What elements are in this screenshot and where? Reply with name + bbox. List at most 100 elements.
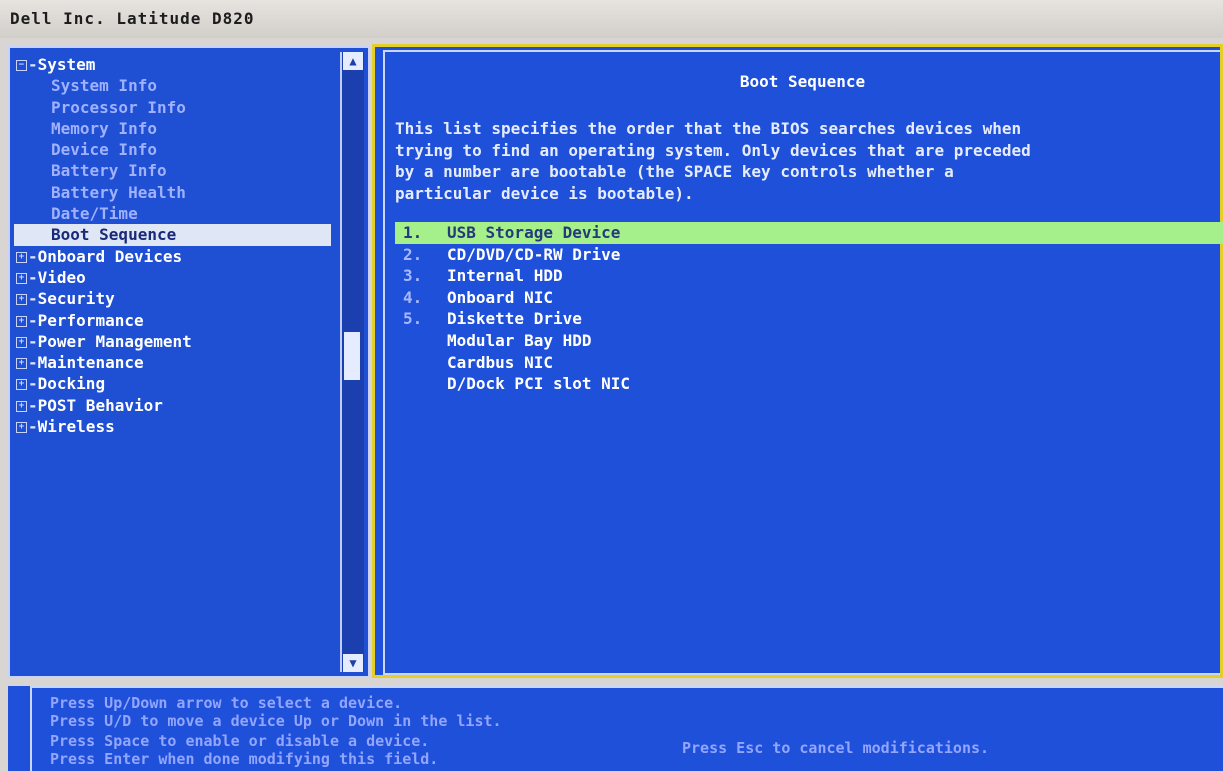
- navigation-tree: − -System System Info Processor Info Memory …: [14, 54, 334, 437]
- tree-expand-icon[interactable]: +: [16, 422, 27, 434]
- window-title: Dell Inc. Latitude D820: [0, 0, 1223, 38]
- tree-connector: -: [28, 374, 38, 394]
- boot-device-item[interactable]: 2. CD/DVD/CD-RW Drive: [395, 244, 1223, 266]
- nav-item-boot-sequence[interactable]: Boot Sequence: [14, 224, 331, 246]
- nav-item-label: Security: [37, 289, 115, 309]
- tree-expand-icon[interactable]: +: [16, 358, 27, 370]
- nav-item-processor-info[interactable]: Processor Info: [14, 97, 334, 118]
- boot-device-list: 1. USB Storage Device 2. CD/DVD/CD-RW Drive…: [395, 222, 1223, 395]
- nav-item-label: Docking: [37, 374, 106, 394]
- boot-device-item[interactable]: D/Dock PCI slot NIC: [395, 373, 1223, 395]
- boot-device-item[interactable]: 1. USB Storage Device: [395, 222, 1223, 244]
- boot-device-item[interactable]: Cardbus NIC: [395, 352, 1223, 374]
- tree-expand-icon[interactable]: +: [16, 315, 27, 327]
- nav-item-wireless[interactable]: + -Wireless: [14, 416, 334, 437]
- nav-item-memory-info[interactable]: Memory Info: [14, 118, 334, 139]
- boot-device-item[interactable]: 5. Diskette Drive: [395, 308, 1223, 330]
- tree-connector: -: [28, 289, 38, 309]
- nav-item-label: Memory Info: [51, 118, 157, 138]
- content-panel: Boot Sequence This list specifies the or…: [372, 44, 1223, 678]
- nav-item-video[interactable]: + -Video: [14, 267, 334, 288]
- tree-expand-icon[interactable]: +: [16, 272, 27, 284]
- boot-device-number: 5.: [403, 309, 423, 329]
- nav-item-label: Wireless: [37, 417, 115, 437]
- help-line: Press U/D to move a device Up or Down in…: [50, 712, 502, 730]
- nav-scrollbar[interactable]: ▲ ▼: [340, 52, 364, 672]
- boot-device-name: CD/DVD/CD-RW Drive: [447, 244, 621, 264]
- content-inner: Boot Sequence This list specifies the or…: [383, 50, 1223, 675]
- nav-item-label: Power Management: [37, 331, 192, 351]
- boot-device-name: Onboard NIC: [447, 287, 553, 307]
- nav-item-label: Boot Sequence: [51, 225, 177, 245]
- scroll-up-icon[interactable]: ▲: [343, 52, 363, 70]
- nav-item-date-time[interactable]: Date/Time: [14, 203, 334, 224]
- tree-connector: -: [28, 417, 38, 437]
- nav-item-label: Device Info: [51, 140, 157, 160]
- nav-item-battery-health[interactable]: Battery Health: [14, 182, 334, 203]
- nav-item-label: POST Behavior: [37, 395, 163, 415]
- description-line: particular device is bootable).: [395, 183, 694, 203]
- nav-item-label: Date/Time: [51, 204, 138, 224]
- boot-device-name: Cardbus NIC: [447, 352, 553, 372]
- tree-expand-icon[interactable]: +: [16, 294, 27, 306]
- tree-connector: -: [28, 310, 38, 330]
- tree-connector: -: [28, 395, 38, 415]
- boot-device-number: 3.: [403, 266, 423, 286]
- tree-connector: -: [28, 267, 38, 287]
- nav-item-performance[interactable]: + -Performance: [14, 310, 334, 331]
- navigation-panel: − -System System Info Processor Info Memory …: [8, 46, 370, 678]
- description-line: This list specifies the order that the B…: [395, 119, 1022, 138]
- tree-expand-icon[interactable]: +: [16, 336, 27, 348]
- help-panel: Press Up/Down arrow to select a device. …: [30, 686, 1223, 771]
- nav-item-label: Battery Health: [51, 182, 186, 202]
- nav-item-onboard-devices[interactable]: + -Onboard Devices: [14, 246, 334, 267]
- tree-collapse-icon[interactable]: −: [16, 60, 27, 71]
- scroll-down-icon[interactable]: ▼: [343, 654, 363, 672]
- nav-item-label: Video: [37, 267, 86, 287]
- tree-expand-icon[interactable]: +: [16, 251, 27, 263]
- nav-item-maintenance[interactable]: + -Maintenance: [14, 352, 334, 373]
- tree-expand-icon[interactable]: +: [16, 379, 27, 391]
- nav-item-power-management[interactable]: + -Power Management: [14, 331, 334, 352]
- boot-device-name: D/Dock PCI slot NIC: [447, 374, 631, 394]
- help-line: Press Space to enable or disable a devic…: [50, 732, 430, 750]
- nav-item-security[interactable]: + -Security: [14, 288, 334, 309]
- nav-item-device-info[interactable]: Device Info: [14, 139, 334, 160]
- scroll-thumb[interactable]: [344, 332, 360, 380]
- nav-item-label: Maintenance: [37, 353, 144, 373]
- boot-device-item[interactable]: Modular Bay HDD: [395, 330, 1223, 352]
- nav-item-label: System Info: [51, 76, 157, 96]
- nav-item-label: System: [37, 55, 96, 74]
- description-line: trying to find an operating system. Only…: [395, 140, 1031, 160]
- nav-item-system[interactable]: − -System: [14, 54, 334, 75]
- page-title: Boot Sequence: [739, 72, 866, 91]
- boot-device-name: USB Storage Device: [447, 223, 621, 242]
- nav-item-docking[interactable]: + -Docking: [14, 373, 334, 394]
- tree-connector: -: [28, 55, 38, 74]
- help-line: Press Enter when done modifying this fie…: [50, 750, 439, 768]
- nav-item-battery-info[interactable]: Battery Info: [14, 160, 334, 181]
- boot-device-number: 4.: [403, 287, 423, 307]
- help-line: Press Up/Down arrow to select a device.: [50, 694, 403, 712]
- boot-device-number: 1.: [403, 223, 423, 242]
- tree-connector: -: [28, 353, 38, 373]
- description-line: by a number are bootable (the SPACE key …: [395, 162, 954, 181]
- nav-item-label: Battery Info: [51, 161, 167, 181]
- description: This list specifies the order that the B…: [395, 118, 1223, 204]
- boot-device-number: 2.: [403, 244, 423, 264]
- boot-device-name: Internal HDD: [447, 266, 563, 286]
- boot-device-name: Modular Bay HDD: [447, 330, 592, 350]
- tree-connector: -: [28, 246, 38, 266]
- nav-item-system-info[interactable]: System Info: [14, 75, 334, 96]
- help-left-edge: [8, 686, 30, 771]
- bios-setup-screen: Dell Inc. Latitude D820 − -System System I…: [0, 0, 1223, 771]
- boot-device-item[interactable]: 4. Onboard NIC: [395, 287, 1223, 309]
- help-esc-hint: Press Esc to cancel modifications.: [682, 739, 990, 757]
- boot-device-name: Diskette Drive: [447, 309, 582, 329]
- nav-item-label: Processor Info: [51, 97, 186, 117]
- nav-item-post-behavior[interactable]: + -POST Behavior: [14, 395, 334, 416]
- tree-connector: -: [28, 331, 38, 351]
- boot-device-item[interactable]: 3. Internal HDD: [395, 265, 1223, 287]
- nav-item-label: Performance: [37, 310, 144, 330]
- tree-expand-icon[interactable]: +: [16, 400, 27, 412]
